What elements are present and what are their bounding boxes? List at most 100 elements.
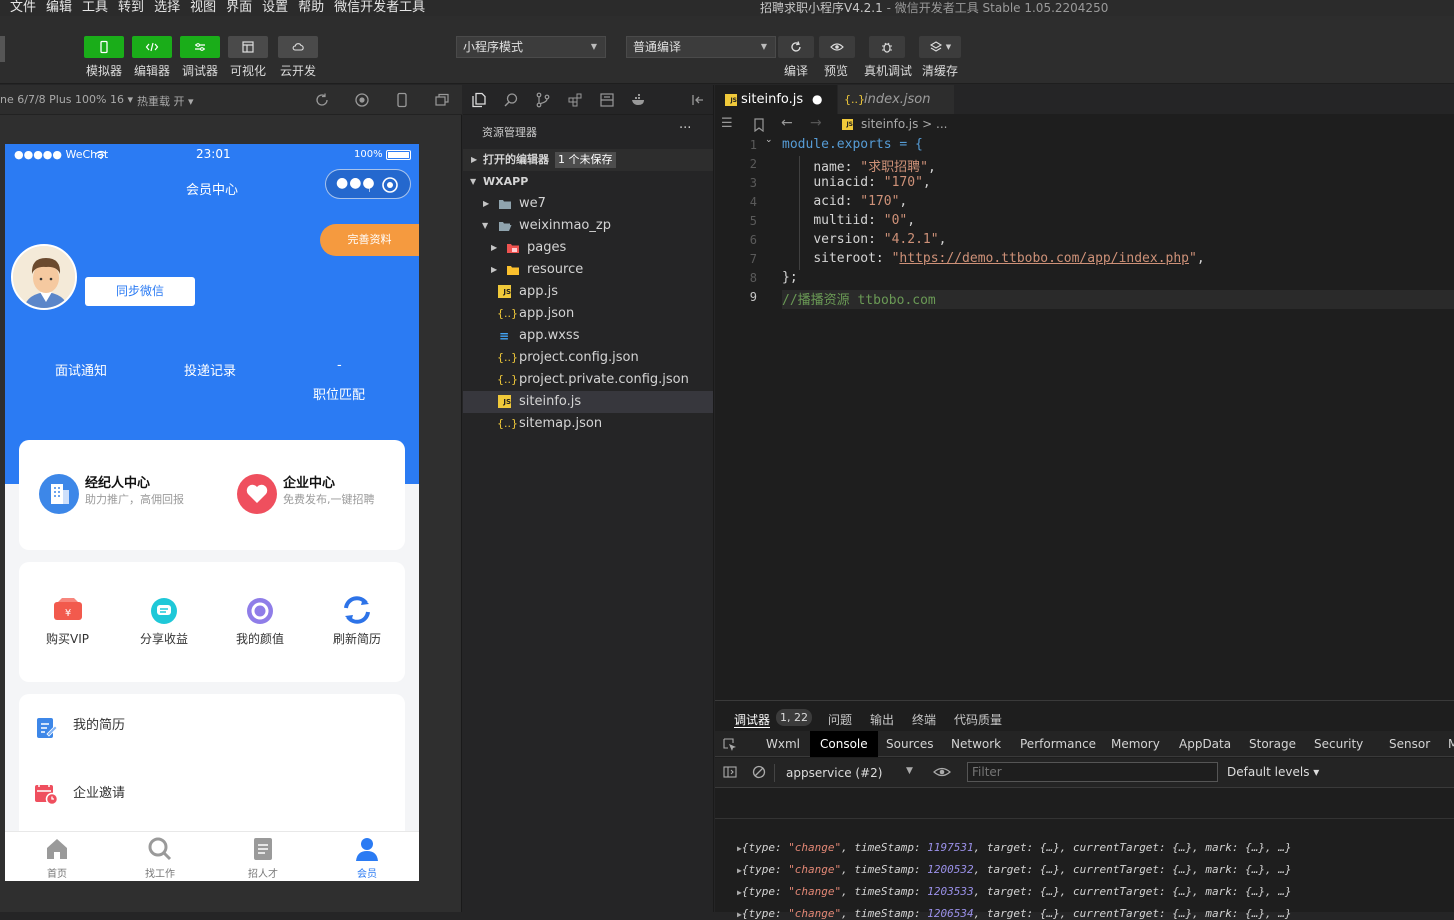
cloud-button[interactable] xyxy=(278,36,318,58)
tree-item-project-private-config[interactable]: {..} project.private.config.json xyxy=(463,369,713,391)
panel-storage[interactable]: Storage xyxy=(1239,731,1306,757)
inspect-element-icon[interactable] xyxy=(723,738,737,752)
panel-sources[interactable]: Sources xyxy=(876,731,943,757)
tree-item-pages[interactable]: ▶ pages xyxy=(463,237,713,259)
console-filter-input[interactable] xyxy=(967,762,1218,782)
panel-memory[interactable]: Memory xyxy=(1101,731,1170,757)
editor-button[interactable] xyxy=(132,36,172,58)
code-line-8[interactable]: }; xyxy=(782,270,798,285)
buy-vip-action[interactable]: ¥ xyxy=(52,596,84,624)
back-arrow-icon[interactable]: ← xyxy=(781,115,793,131)
explorer-more-icon[interactable]: ··· xyxy=(679,121,691,136)
tab-siteinfo-js[interactable]: JS siteinfo.js ● xyxy=(715,85,837,114)
files-icon[interactable] xyxy=(471,92,487,108)
console-log-entry[interactable]: ▶{type: "change", timeStamp: 1200532, ta… xyxy=(737,863,1292,876)
tab-member[interactable]: 会员 xyxy=(347,836,387,880)
compile-select[interactable]: 普通编译 ▼ xyxy=(626,36,776,58)
list-item-invitations[interactable]: 企业邀请 xyxy=(19,760,405,820)
code-line-5[interactable]: multiid: "0", xyxy=(782,213,915,228)
wxapp-section[interactable]: ▼ WXAPP xyxy=(463,171,713,193)
eye-icon[interactable] xyxy=(933,765,951,779)
my-looks-action[interactable] xyxy=(245,596,275,626)
tab-output[interactable]: 输出 xyxy=(870,711,894,728)
stat-job-match[interactable]: 职位匹配 xyxy=(313,384,365,403)
open-editors-section[interactable]: ▶ 打开的编辑器 1 个未保存 xyxy=(463,149,713,171)
tree-item-sitemap-json[interactable]: {..} sitemap.json xyxy=(463,413,713,435)
rotate-icon[interactable] xyxy=(314,92,330,108)
tab-debugger[interactable]: 调试器 xyxy=(734,711,770,728)
tree-item-siteinfo-js[interactable]: JS siteinfo.js xyxy=(463,391,713,413)
menu-view[interactable]: 视图 xyxy=(190,0,216,16)
complete-profile-button[interactable]: 完善资料 xyxy=(320,224,419,256)
code-line-9[interactable]: //播播资源 ttbobo.com xyxy=(782,289,936,308)
clear-console-icon[interactable] xyxy=(752,765,766,779)
sync-wechat-button[interactable]: 同步微信 xyxy=(85,277,195,306)
remote-debug-button[interactable] xyxy=(869,36,905,58)
avatar[interactable] xyxy=(11,244,77,310)
tab-index-json[interactable]: {..} index.json xyxy=(838,85,954,114)
console-log-entry[interactable]: ▶{type: "change", timeStamp: 1206534, ta… xyxy=(737,907,1292,920)
panel-sensor[interactable]: Sensor xyxy=(1379,731,1440,757)
source-control-icon[interactable] xyxy=(535,92,551,108)
stat-interview-notice[interactable]: 面试通知 xyxy=(55,360,107,379)
menu-file[interactable]: 文件 xyxy=(10,0,36,16)
tree-item-we7[interactable]: ▶ we7 xyxy=(463,193,713,215)
device-select[interactable]: ne 6/7/8 Plus 100% 16 ▾ xyxy=(0,93,133,106)
outline-list-icon[interactable]: ☰ xyxy=(721,116,733,131)
panel-more[interactable]: M xyxy=(1438,731,1454,757)
tree-item-weixinmao-zp[interactable]: ▼ weixinmao_zp xyxy=(463,215,713,237)
stat-delivery-records[interactable]: 投递记录 xyxy=(184,360,236,379)
unsaved-dot-icon[interactable]: ● xyxy=(812,85,822,114)
context-select[interactable]: appservice (#2) ▼ xyxy=(774,764,920,782)
panel-wxml[interactable]: Wxml xyxy=(756,731,810,757)
extensions-icon[interactable] xyxy=(567,92,583,108)
tree-item-project-config[interactable]: {..} project.config.json xyxy=(463,347,713,369)
panel-console[interactable]: Console xyxy=(810,731,878,757)
clear-cache-button[interactable]: ▼ xyxy=(919,36,961,58)
tree-item-app-json[interactable]: {..} app.json xyxy=(463,303,713,325)
refresh-resume-action[interactable] xyxy=(341,594,373,626)
detach-window-icon[interactable] xyxy=(434,92,450,108)
debugger-button[interactable] xyxy=(180,36,220,58)
sidebar-toggle-icon[interactable] xyxy=(723,765,737,779)
agent-center-title[interactable]: 经纪人中心 xyxy=(85,472,150,491)
visual-button[interactable] xyxy=(228,36,268,58)
fold-chevron-icon[interactable]: ⌄ xyxy=(765,135,773,145)
tab-find-job[interactable]: 找工作 xyxy=(140,836,180,880)
menu-help[interactable]: 帮助 xyxy=(298,0,324,16)
list-item-resume[interactable]: 我的简历 xyxy=(19,694,405,754)
menu-edit[interactable]: 编辑 xyxy=(46,0,72,16)
code-line-1[interactable]: module.exports = { xyxy=(782,137,923,152)
console-log-entry[interactable]: ▶{type: "change", timeStamp: 1203533, ta… xyxy=(737,885,1292,898)
tab-terminal[interactable]: 终端 xyxy=(912,711,936,728)
collapse-panel-icon[interactable] xyxy=(690,92,706,108)
menu-wechat-devtools[interactable]: 微信开发者工具 xyxy=(334,0,425,16)
tab-code-quality[interactable]: 代码质量 xyxy=(954,711,1002,728)
compile-button[interactable] xyxy=(778,36,814,58)
share-income-action[interactable] xyxy=(149,596,179,626)
hot-reload-toggle[interactable]: 热重载 开 ▾ xyxy=(137,93,194,109)
panel-security[interactable]: Security xyxy=(1304,731,1373,757)
storage-icon[interactable] xyxy=(599,92,615,108)
tree-item-app-wxss[interactable]: ≡ app.wxss xyxy=(463,325,713,347)
tree-item-resource[interactable]: ▶ resource xyxy=(463,259,713,281)
forward-arrow-icon[interactable]: → xyxy=(810,115,822,131)
record-icon[interactable] xyxy=(354,92,370,108)
menu-interface[interactable]: 界面 xyxy=(226,0,252,16)
panel-appdata[interactable]: AppData xyxy=(1169,731,1241,757)
menu-tools[interactable]: 工具 xyxy=(82,0,108,16)
tab-home[interactable]: 首页 xyxy=(37,836,77,880)
log-levels-select[interactable]: Default levels ▾ xyxy=(1227,765,1319,779)
docker-icon[interactable] xyxy=(631,92,647,108)
console-log-entry[interactable]: ▶{type: "change", timeStamp: 1197531, ta… xyxy=(737,841,1292,854)
enterprise-center-title[interactable]: 企业中心 xyxy=(283,472,335,491)
close-miniprogram-icon[interactable] xyxy=(381,176,399,194)
preview-button[interactable] xyxy=(819,36,855,58)
code-line-3[interactable]: uniacid: "170", xyxy=(782,175,930,190)
breadcrumb-path[interactable]: siteinfo.js > ... xyxy=(861,117,948,131)
tree-item-app-js[interactable]: JS app.js xyxy=(463,281,713,303)
code-line-4[interactable]: acid: "170", xyxy=(782,194,907,209)
panel-network[interactable]: Network xyxy=(941,731,1011,757)
tab-find-talent[interactable]: 招人才 xyxy=(243,836,283,880)
code-line-6[interactable]: version: "4.2.1", xyxy=(782,232,946,247)
